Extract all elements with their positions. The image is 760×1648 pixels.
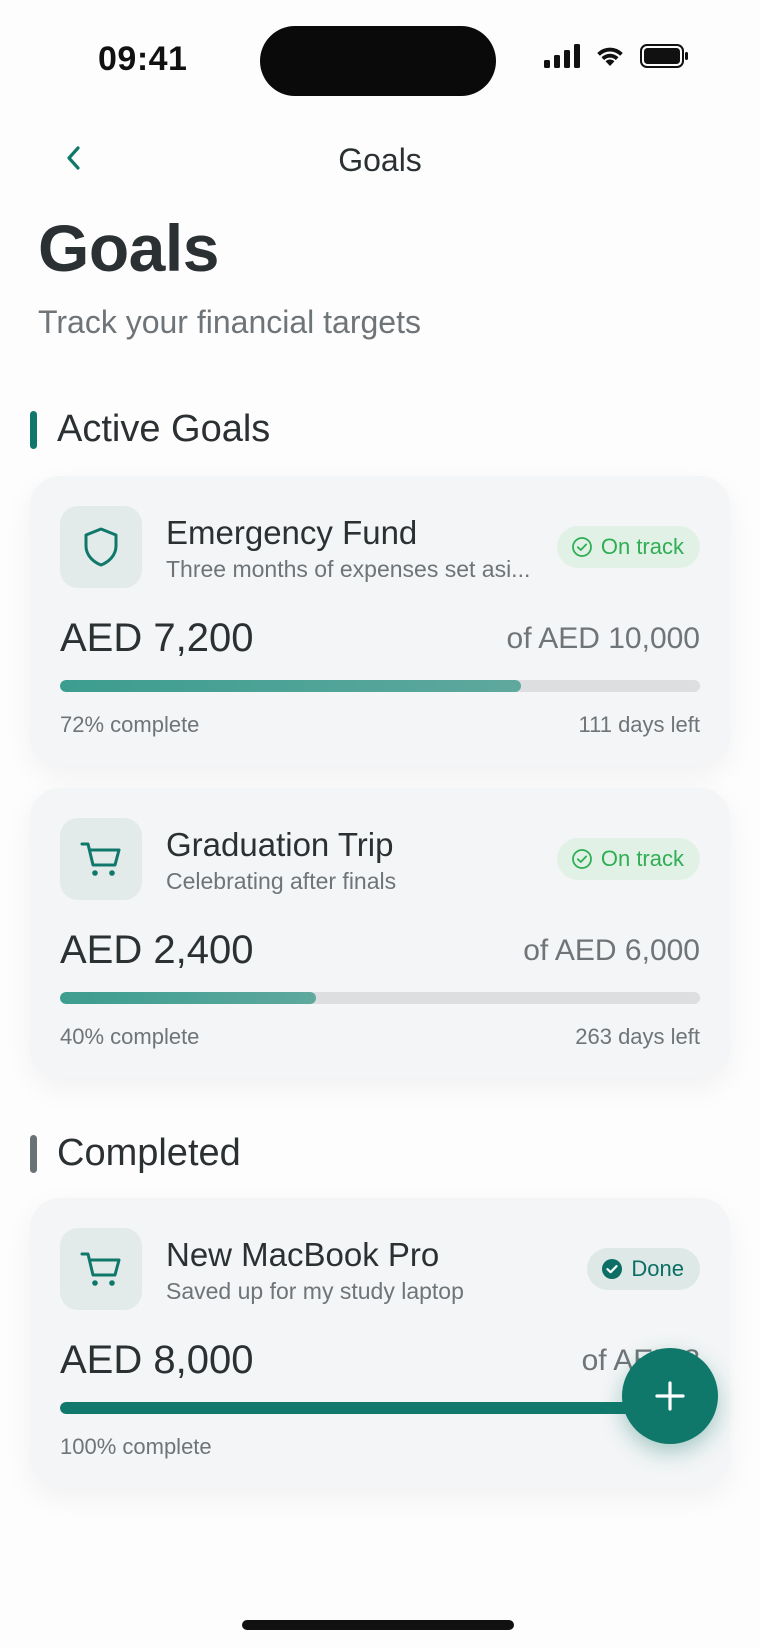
dynamic-island <box>260 26 496 96</box>
add-goal-button[interactable] <box>622 1348 718 1444</box>
goal-description: Saved up for my study laptop <box>166 1278 464 1304</box>
progress-track <box>60 1402 700 1414</box>
home-indicator <box>242 1620 514 1630</box>
goal-icon-container <box>60 1228 142 1310</box>
goal-amount: AED 8,000 <box>60 1338 254 1382</box>
progress-fill <box>60 680 521 692</box>
check-circle-icon <box>571 537 592 557</box>
nav-bar: Goals <box>0 130 760 190</box>
goal-description: Celebrating after finals <box>166 868 397 894</box>
goal-icon-container <box>60 506 142 588</box>
percent-complete: 40% complete <box>60 1024 200 1049</box>
section-accent-bar <box>30 410 37 449</box>
status-time: 09:41 <box>98 40 188 78</box>
goal-card-new-macbook-pro[interactable]: New MacBook Pro Saved up for my study la… <box>30 1198 730 1488</box>
section-title: Active Goals <box>57 408 271 450</box>
progress-track <box>60 680 700 692</box>
section-header-active: Active Goals <box>30 408 270 451</box>
section-accent-bar <box>30 1134 37 1173</box>
status-label: On track <box>600 846 684 871</box>
section-title: Completed <box>57 1132 241 1174</box>
check-circle-filled-icon <box>602 1259 623 1279</box>
days-left: 111 days left <box>578 712 700 737</box>
status-bar: 09:41 <box>0 0 760 120</box>
goal-title: Graduation Trip <box>166 826 394 863</box>
percent-complete: 72% complete <box>60 712 200 737</box>
progress-track <box>60 992 700 1004</box>
page-title: Goals <box>38 211 219 285</box>
goal-card-graduation-trip[interactable]: Graduation Trip Celebrating after finals… <box>30 788 730 1078</box>
shield-icon <box>84 527 118 567</box>
status-badge: On track <box>556 838 700 880</box>
goal-description: Three months of expenses set asi... <box>166 556 531 582</box>
page-subtitle: Track your financial targets <box>38 304 421 340</box>
status-badge: On track <box>556 526 700 568</box>
battery-icon <box>640 44 688 68</box>
days-left: 263 days left <box>575 1024 700 1049</box>
cart-icon <box>80 842 121 876</box>
cart-icon <box>80 1252 121 1286</box>
status-icons <box>544 44 690 68</box>
goal-amount: AED 7,200 <box>60 616 254 660</box>
status-label: On track <box>600 534 684 559</box>
goal-icon-container <box>60 818 142 900</box>
status-badge: Done <box>587 1248 700 1290</box>
goal-target: of AED 10,000 <box>506 622 700 655</box>
goal-title: Emergency Fund <box>166 514 418 551</box>
progress-fill <box>60 1402 700 1414</box>
cellular-signal-icon <box>544 44 580 68</box>
goal-title: New MacBook Pro <box>166 1236 440 1273</box>
wifi-icon <box>597 47 623 66</box>
plus-icon <box>655 1381 685 1411</box>
goal-card-emergency-fund[interactable]: Emergency Fund Three months of expenses … <box>30 476 730 766</box>
progress-fill <box>60 992 316 1004</box>
goal-amount: AED 2,400 <box>60 928 254 972</box>
section-header-completed: Completed <box>30 1132 241 1175</box>
percent-complete: 100% complete <box>60 1434 212 1459</box>
nav-title: Goals <box>338 142 422 178</box>
check-circle-icon <box>571 849 592 869</box>
status-label: Done <box>631 1256 684 1281</box>
goal-target: of AED 6,000 <box>523 934 700 967</box>
